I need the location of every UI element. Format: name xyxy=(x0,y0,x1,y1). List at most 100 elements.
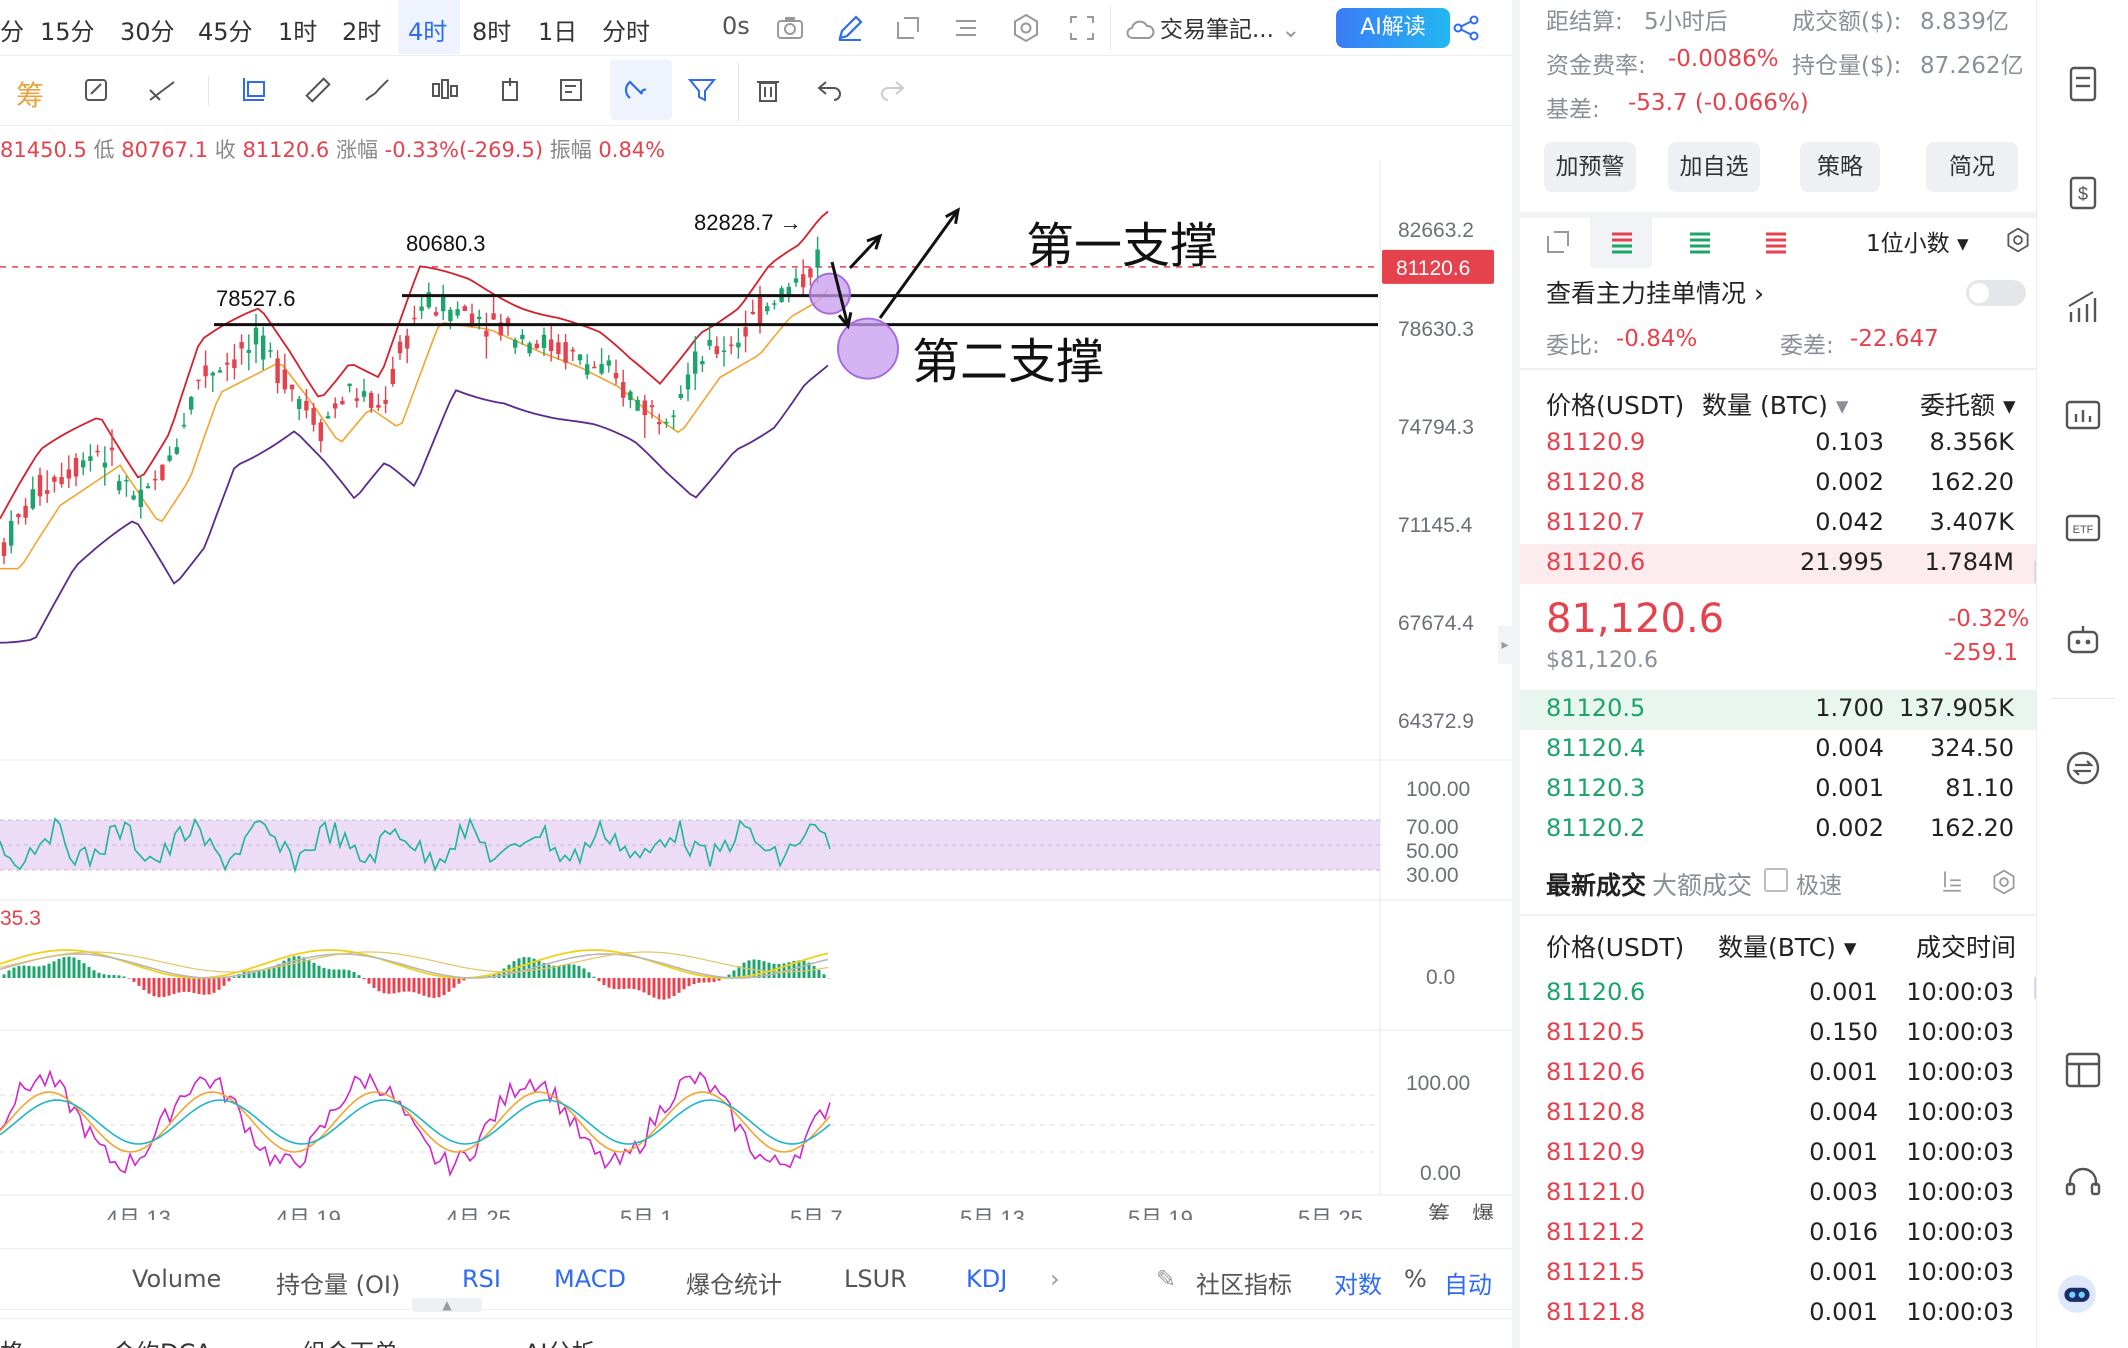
indicator-kdj[interactable]: KDJ xyxy=(966,1265,1007,1293)
layout-icon[interactable] xyxy=(2061,1048,2105,1092)
tf-1d[interactable]: 1日 xyxy=(538,12,577,47)
ask-row[interactable]: 81120.8 0.002 162.20 xyxy=(1520,464,2040,504)
tf-1m[interactable]: 分 xyxy=(0,12,24,47)
bottom-tab-ai[interactable]: AI分析 xyxy=(524,1333,596,1348)
tab-large-trades[interactable]: 大额成交 xyxy=(1652,866,1752,902)
change-label: 涨幅 xyxy=(335,138,378,162)
redo-icon[interactable] xyxy=(876,74,908,106)
chevron-right-icon[interactable]: › xyxy=(1050,1265,1060,1293)
ob-header-price: 价格(USDT) xyxy=(1546,391,1685,420)
tf-4h[interactable]: 4时 xyxy=(408,12,447,47)
brush-icon[interactable] xyxy=(362,74,394,106)
tf-8h[interactable]: 8时 xyxy=(472,12,511,47)
indicator-liquidation[interactable]: 爆仓统计 xyxy=(686,1265,782,1300)
price-chart[interactable]: 第一支撑第二支撑 80680.3 78527.6 82828.7 → 82663.2 7… xyxy=(0,160,1512,1220)
ask-row[interactable]: 81120.7 0.042 3.407K xyxy=(1520,504,2040,544)
measure-icon[interactable] xyxy=(494,74,526,106)
ob-header-amount[interactable]: 委托额 ▾ xyxy=(1920,386,2016,422)
chip-distribution-icon[interactable]: 筹 xyxy=(16,74,44,112)
candle-body xyxy=(347,383,352,387)
fast-checkbox[interactable] xyxy=(1764,868,1788,892)
trade-notes-button[interactable]: 交易筆記... ⌄ xyxy=(1160,10,1301,44)
pencil-icon[interactable] xyxy=(834,12,866,44)
orderbook-settings-icon[interactable] xyxy=(2004,226,2032,254)
bid-row[interactable]: 81120.5 1.700 137.905K xyxy=(1520,690,2040,730)
gear-icon[interactable] xyxy=(1010,12,1042,44)
panel-collapse-arrow[interactable]: ▸ xyxy=(1498,626,1512,664)
etf-icon[interactable]: ETF xyxy=(2061,506,2105,550)
community-indicators[interactable]: 社区指标 xyxy=(1196,1265,1292,1300)
swap-icon[interactable] xyxy=(2061,746,2105,790)
main-orders-link[interactable]: 查看主力挂单情况 › xyxy=(1546,274,1764,310)
monitor-chart-icon[interactable] xyxy=(2061,394,2105,438)
indicator-oi[interactable]: 持仓量 (OI) xyxy=(276,1265,400,1300)
headset-icon[interactable] xyxy=(2061,1160,2105,1204)
select-box-icon[interactable] xyxy=(238,74,270,106)
candles-icon[interactable] xyxy=(428,74,460,106)
oi-value: 87.262亿 xyxy=(1920,53,2024,79)
share-icon[interactable] xyxy=(1450,12,1482,44)
candle-body xyxy=(700,361,705,365)
collapse-handle[interactable]: ▲ xyxy=(412,1298,482,1312)
rsi-axis-label: 100.00 xyxy=(1406,778,1470,801)
precision-select[interactable]: 1位小数 ▾ xyxy=(1866,224,1969,258)
bid-row[interactable]: 81120.3 0.001 81.10 xyxy=(1520,770,2040,810)
ai-interpret-button[interactable]: AI解读 xyxy=(1336,8,1450,48)
tf-1h[interactable]: 1时 xyxy=(278,12,317,47)
note-edit-icon[interactable] xyxy=(556,74,588,106)
tab-latest-trades[interactable]: 最新成交 xyxy=(1546,866,1646,902)
window-icon[interactable] xyxy=(1542,226,1574,258)
indicator-volume[interactable]: Volume xyxy=(132,1265,221,1293)
undo-icon[interactable] xyxy=(814,74,846,106)
camera-icon[interactable] xyxy=(774,12,806,44)
robot-icon[interactable] xyxy=(2061,618,2105,662)
indicator-macd[interactable]: MACD xyxy=(554,1265,626,1293)
orderbook-both-icon[interactable] xyxy=(1606,226,1638,258)
dollar-icon[interactable]: $ xyxy=(2061,170,2105,214)
ask-row[interactable]: 81120.9 0.103 8.356K xyxy=(1520,424,2040,464)
strategy-button[interactable]: 策略 xyxy=(1800,142,1880,192)
tf-45m[interactable]: 45分 xyxy=(198,12,253,47)
magnet-icon[interactable] xyxy=(622,74,654,106)
document-icon[interactable] xyxy=(2061,62,2105,106)
bottom-tab-combo[interactable]: 组合下单 xyxy=(302,1333,398,1348)
bottom-tab-grid[interactable]: 格 xyxy=(0,1333,24,1348)
trades-settings-icon[interactable] xyxy=(1990,868,2018,896)
add-window-icon[interactable] xyxy=(892,12,924,44)
main-orders-toggle[interactable] xyxy=(1966,280,2026,306)
add-watchlist-button[interactable]: 加自选 xyxy=(1668,142,1760,192)
bottom-tab-dca[interactable]: 合约DCA xyxy=(112,1333,212,1348)
percent-toggle[interactable]: % xyxy=(1404,1265,1427,1293)
filter-icon[interactable] xyxy=(686,74,718,106)
indicator-rsi[interactable]: RSI xyxy=(462,1265,501,1293)
trades-header-qty[interactable]: 数量(BTC) ▾ xyxy=(1718,928,1856,964)
main-orders-label: 查看主力挂单情况 xyxy=(1546,279,1747,308)
candle-body xyxy=(793,278,799,283)
overview-button[interactable]: 简况 xyxy=(1926,142,2018,192)
bid-row[interactable]: 81120.4 0.004 324.50 xyxy=(1520,730,2040,770)
assistant-avatar-icon[interactable] xyxy=(2055,1272,2111,1328)
redraw-icon[interactable] xyxy=(80,74,112,106)
bid-row[interactable]: 81120.2 0.002 162.20 xyxy=(1520,810,2040,850)
ruler-icon[interactable] xyxy=(302,74,334,106)
cross-line-icon[interactable] xyxy=(146,74,178,106)
orderbook-asks-icon[interactable] xyxy=(1760,226,1792,258)
indicator-lsur[interactable]: LSUR xyxy=(844,1265,907,1293)
bar-chart-icon[interactable] xyxy=(2061,286,2105,330)
trash-icon[interactable] xyxy=(752,74,784,106)
edit-icon[interactable]: ✎ xyxy=(1156,1265,1176,1293)
add-alert-button[interactable]: 加预警 xyxy=(1544,142,1636,192)
ask-row[interactable]: 81120.6 21.995 1.784M xyxy=(1520,544,2040,584)
orderbook-bids-icon[interactable] xyxy=(1684,226,1716,258)
auto-scale-toggle[interactable]: 自动 xyxy=(1444,1265,1492,1300)
tf-15m[interactable]: 15分 xyxy=(40,12,95,47)
tf-30m[interactable]: 30分 xyxy=(120,12,175,47)
chart-axes: 82663.2 78630.3 74794.3 71145.4 67674.4 64372… xyxy=(0,219,1494,1220)
list-settings-icon[interactable] xyxy=(950,12,982,44)
log-scale-toggle[interactable]: 对数 xyxy=(1334,1265,1382,1300)
ob-header-qty[interactable]: 数量 (BTC) ▾ xyxy=(1702,386,1848,422)
tf-2h[interactable]: 2时 xyxy=(342,12,381,47)
tf-timeshare[interactable]: 分时 xyxy=(602,12,650,47)
fullscreen-icon[interactable] xyxy=(1066,12,1098,44)
sort-icon[interactable] xyxy=(1938,868,1966,896)
